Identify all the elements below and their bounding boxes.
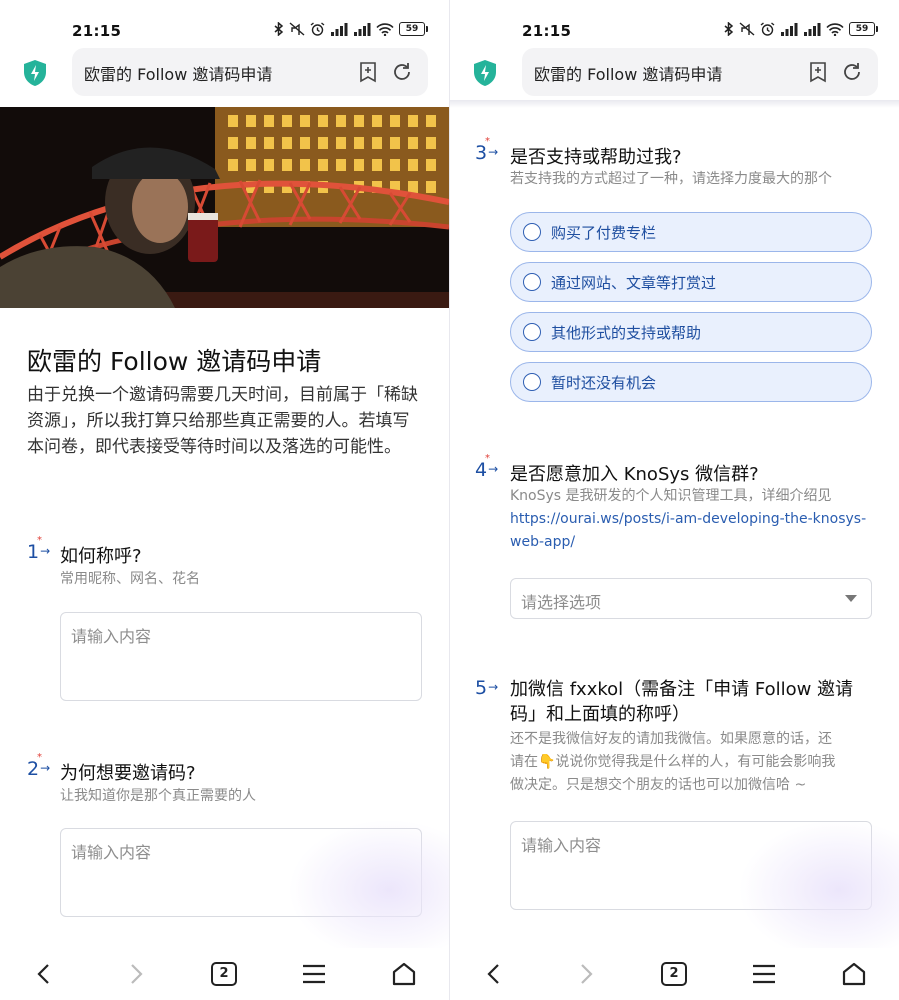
nickname-input[interactable]: 请输入内容 [60,612,422,701]
radio-option[interactable]: 暂时还没有机会 [510,362,872,402]
shield-icon[interactable] [472,59,498,87]
status-bar: 21:15 59 [450,0,899,46]
chevron-right-icon [581,964,593,984]
address-bar-row: 欧雷的 Follow 邀请码申请 [0,48,449,100]
radio-icon [523,223,541,241]
home-icon [842,962,866,986]
radio-icon [523,323,541,341]
signal-icon [331,22,348,36]
tabs-button[interactable]: 2 [658,958,690,990]
shield-icon[interactable] [22,59,48,87]
bluetooth-icon [724,22,734,36]
header-shadow [450,100,899,108]
signal-icon [804,22,821,36]
tab-count-icon: 2 [211,962,237,986]
question-hint: 常用昵称、网名、花名 [60,571,200,587]
question-number: 1 * → [27,535,51,563]
battery-icon: 59 [399,22,428,36]
question-hint: 若支持我的方式超过了一种，请选择力度最大的那个 [510,171,832,187]
question-number: 2 * → [27,752,51,780]
form-title: 欧雷的 Follow 邀请码申请 [27,347,322,376]
home-icon [392,962,416,986]
chevron-left-icon [37,964,49,984]
radio-icon [523,273,541,291]
menu-button[interactable] [298,958,330,990]
form-description: 由于兑换一个邀请码需要几天时间，目前属于「稀缺资源」，所以我打算只给那些真正需要… [27,385,418,457]
wifi-icon [826,22,844,36]
forward-button[interactable] [120,958,152,990]
battery-icon: 59 [849,22,878,36]
reload-icon[interactable] [390,60,414,84]
add-bookmark-icon[interactable] [356,60,380,84]
phone-screen-left: 21:15 59 欧雷的 Follow 邀请码申请 欧雷的 Follow 邀请码… [0,0,449,1000]
menu-icon [303,964,325,984]
knosys-link[interactable]: https://ourai.ws/posts/i-am-developing-t… [510,511,866,550]
page-title-url: 欧雷的 Follow 邀请码申请 [84,65,273,84]
menu-icon [753,964,775,984]
question-number: 3 * → [475,136,499,164]
question-hint: 让我知道你是那个真正需要的人 [60,788,256,804]
question-title: 是否愿意加入 KnoSys 微信群? [510,464,759,485]
question-title: 如何称呼? [60,546,142,567]
reload-icon[interactable] [840,60,864,84]
question-number: 5→ [475,677,499,699]
alarm-icon [760,22,775,36]
signal-icon [354,22,371,36]
home-button[interactable] [388,958,420,990]
address-bar-row: 欧雷的 Follow 邀请码申请 [450,48,899,100]
menu-button[interactable] [748,958,780,990]
home-button[interactable] [838,958,870,990]
radio-option[interactable]: 通过网站、文章等打赏过 [510,262,872,302]
chevron-right-icon [131,964,143,984]
question-hint: 还不是我微信好友的请加我微信。如果愿意的话，还 请在👇说说你觉得我是什么样的人，… [510,731,836,793]
address-bar[interactable]: 欧雷的 Follow 邀请码申请 [72,48,428,96]
question-hint: KnoSys 是我研发的个人知识管理工具，详细介绍见 https://ourai… [510,488,867,550]
mute-icon [289,22,305,36]
tab-count-icon: 2 [661,962,687,986]
status-time: 21:15 [72,22,122,40]
status-time: 21:15 [522,22,572,40]
question-title: 是否支持或帮助过我? [510,147,682,168]
back-button[interactable] [478,958,510,990]
radio-icon [523,373,541,391]
question-number: 4 * → [475,453,499,481]
bottom-nav: 2 [0,948,449,1000]
question-title: 加微信 fxxkol（需备注「申请 Follow 邀请 码」和上面填的称呼） [510,679,854,725]
add-bookmark-icon[interactable] [806,60,830,84]
question-title: 为何想要邀请码? [60,763,196,784]
wifi-icon [376,22,394,36]
back-button[interactable] [28,958,60,990]
bluetooth-icon [274,22,284,36]
mute-icon [739,22,755,36]
radio-option[interactable]: 购买了付费专栏 [510,212,872,252]
knosys-select[interactable]: 请选择选项 [510,578,872,619]
phone-screen-right: 21:15 59 欧雷的 Follow 邀请码申请 3 * → 是否支持或帮助过我? [450,0,899,1000]
page-title-url: 欧雷的 Follow 邀请码申请 [534,65,723,84]
chevron-left-icon [487,964,499,984]
caret-down-icon [845,595,857,602]
hero-image [0,107,449,308]
signal-icon [781,22,798,36]
radio-option[interactable]: 其他形式的支持或帮助 [510,312,872,352]
tabs-button[interactable]: 2 [208,958,240,990]
bottom-nav: 2 [450,948,899,1000]
alarm-icon [310,22,325,36]
address-bar[interactable]: 欧雷的 Follow 邀请码申请 [522,48,878,96]
forward-button[interactable] [570,958,602,990]
status-bar: 21:15 59 [0,0,449,46]
